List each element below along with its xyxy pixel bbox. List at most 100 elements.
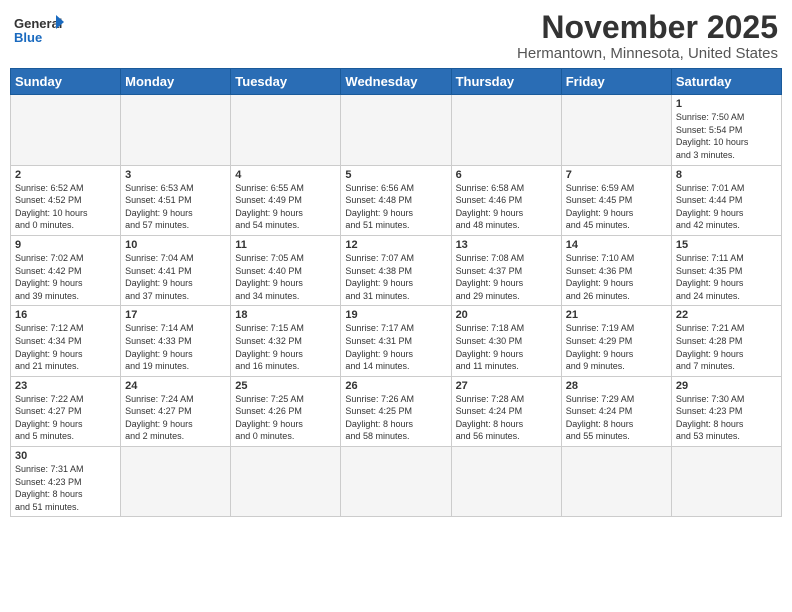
calendar-week-row: 16Sunrise: 7:12 AM Sunset: 4:34 PM Dayli…	[11, 306, 782, 376]
calendar-day-cell: 8Sunrise: 7:01 AM Sunset: 4:44 PM Daylig…	[671, 165, 781, 235]
calendar-day-cell: 2Sunrise: 6:52 AM Sunset: 4:52 PM Daylig…	[11, 165, 121, 235]
calendar-day-cell: 12Sunrise: 7:07 AM Sunset: 4:38 PM Dayli…	[341, 235, 451, 305]
calendar-day-header: Sunday	[11, 69, 121, 95]
calendar-day-cell	[561, 447, 671, 517]
calendar-header-row: SundayMondayTuesdayWednesdayThursdayFrid…	[11, 69, 782, 95]
calendar-table: SundayMondayTuesdayWednesdayThursdayFrid…	[10, 68, 782, 517]
calendar-day-cell	[231, 447, 341, 517]
day-number: 21	[566, 309, 667, 321]
day-info: Sunrise: 7:31 AM Sunset: 4:23 PM Dayligh…	[15, 463, 116, 513]
day-info: Sunrise: 7:21 AM Sunset: 4:28 PM Dayligh…	[676, 322, 777, 372]
calendar-day-cell: 24Sunrise: 7:24 AM Sunset: 4:27 PM Dayli…	[121, 376, 231, 446]
calendar-day-cell: 6Sunrise: 6:58 AM Sunset: 4:46 PM Daylig…	[451, 165, 561, 235]
day-info: Sunrise: 7:08 AM Sunset: 4:37 PM Dayligh…	[456, 252, 557, 302]
calendar-day-cell	[11, 95, 121, 165]
calendar-day-cell	[561, 95, 671, 165]
logo-icon: General Blue	[14, 10, 64, 50]
day-info: Sunrise: 7:29 AM Sunset: 4:24 PM Dayligh…	[566, 393, 667, 443]
day-number: 6	[456, 169, 557, 181]
calendar-day-cell	[121, 95, 231, 165]
day-info: Sunrise: 6:56 AM Sunset: 4:48 PM Dayligh…	[345, 182, 446, 232]
calendar-day-cell	[341, 447, 451, 517]
day-number: 28	[566, 380, 667, 392]
calendar-day-header: Thursday	[451, 69, 561, 95]
calendar-day-cell: 23Sunrise: 7:22 AM Sunset: 4:27 PM Dayli…	[11, 376, 121, 446]
calendar-day-cell: 27Sunrise: 7:28 AM Sunset: 4:24 PM Dayli…	[451, 376, 561, 446]
day-number: 16	[15, 309, 116, 321]
calendar-day-cell: 26Sunrise: 7:26 AM Sunset: 4:25 PM Dayli…	[341, 376, 451, 446]
day-info: Sunrise: 7:07 AM Sunset: 4:38 PM Dayligh…	[345, 252, 446, 302]
calendar-day-header: Monday	[121, 69, 231, 95]
day-number: 27	[456, 380, 557, 392]
calendar-day-cell: 3Sunrise: 6:53 AM Sunset: 4:51 PM Daylig…	[121, 165, 231, 235]
calendar-day-cell	[121, 447, 231, 517]
calendar-day-cell: 18Sunrise: 7:15 AM Sunset: 4:32 PM Dayli…	[231, 306, 341, 376]
day-info: Sunrise: 7:26 AM Sunset: 4:25 PM Dayligh…	[345, 393, 446, 443]
day-number: 10	[125, 239, 226, 251]
day-info: Sunrise: 7:17 AM Sunset: 4:31 PM Dayligh…	[345, 322, 446, 372]
day-number: 12	[345, 239, 446, 251]
calendar-day-cell: 10Sunrise: 7:04 AM Sunset: 4:41 PM Dayli…	[121, 235, 231, 305]
day-number: 5	[345, 169, 446, 181]
svg-text:General: General	[14, 16, 62, 31]
logo: General Blue	[14, 10, 64, 50]
calendar-day-header: Friday	[561, 69, 671, 95]
calendar-day-cell: 22Sunrise: 7:21 AM Sunset: 4:28 PM Dayli…	[671, 306, 781, 376]
day-info: Sunrise: 7:18 AM Sunset: 4:30 PM Dayligh…	[456, 322, 557, 372]
day-info: Sunrise: 7:30 AM Sunset: 4:23 PM Dayligh…	[676, 393, 777, 443]
day-info: Sunrise: 7:15 AM Sunset: 4:32 PM Dayligh…	[235, 322, 336, 372]
calendar-day-cell: 20Sunrise: 7:18 AM Sunset: 4:30 PM Dayli…	[451, 306, 561, 376]
calendar-day-cell	[231, 95, 341, 165]
calendar-week-row: 1Sunrise: 7:50 AM Sunset: 5:54 PM Daylig…	[11, 95, 782, 165]
day-info: Sunrise: 7:22 AM Sunset: 4:27 PM Dayligh…	[15, 393, 116, 443]
calendar-day-cell: 5Sunrise: 6:56 AM Sunset: 4:48 PM Daylig…	[341, 165, 451, 235]
day-info: Sunrise: 7:14 AM Sunset: 4:33 PM Dayligh…	[125, 322, 226, 372]
day-number: 20	[456, 309, 557, 321]
day-number: 24	[125, 380, 226, 392]
calendar-day-header: Saturday	[671, 69, 781, 95]
calendar-day-header: Tuesday	[231, 69, 341, 95]
day-info: Sunrise: 7:01 AM Sunset: 4:44 PM Dayligh…	[676, 182, 777, 232]
page-header: General Blue November 2025 Hermantown, M…	[10, 10, 782, 62]
calendar-day-cell	[451, 447, 561, 517]
location-title: Hermantown, Minnesota, United States	[517, 45, 778, 62]
day-info: Sunrise: 7:12 AM Sunset: 4:34 PM Dayligh…	[15, 322, 116, 372]
day-info: Sunrise: 6:59 AM Sunset: 4:45 PM Dayligh…	[566, 182, 667, 232]
day-info: Sunrise: 7:25 AM Sunset: 4:26 PM Dayligh…	[235, 393, 336, 443]
day-number: 7	[566, 169, 667, 181]
calendar-day-cell: 1Sunrise: 7:50 AM Sunset: 5:54 PM Daylig…	[671, 95, 781, 165]
calendar-day-cell: 11Sunrise: 7:05 AM Sunset: 4:40 PM Dayli…	[231, 235, 341, 305]
day-number: 25	[235, 380, 336, 392]
day-info: Sunrise: 7:02 AM Sunset: 4:42 PM Dayligh…	[15, 252, 116, 302]
calendar-day-cell	[341, 95, 451, 165]
calendar-day-cell: 7Sunrise: 6:59 AM Sunset: 4:45 PM Daylig…	[561, 165, 671, 235]
title-block: November 2025 Hermantown, Minnesota, Uni…	[517, 10, 778, 62]
day-info: Sunrise: 7:24 AM Sunset: 4:27 PM Dayligh…	[125, 393, 226, 443]
day-number: 30	[15, 450, 116, 462]
day-number: 23	[15, 380, 116, 392]
calendar-day-cell: 30Sunrise: 7:31 AM Sunset: 4:23 PM Dayli…	[11, 447, 121, 517]
day-number: 8	[676, 169, 777, 181]
calendar-day-cell: 4Sunrise: 6:55 AM Sunset: 4:49 PM Daylig…	[231, 165, 341, 235]
day-number: 17	[125, 309, 226, 321]
calendar-day-cell: 14Sunrise: 7:10 AM Sunset: 4:36 PM Dayli…	[561, 235, 671, 305]
day-number: 4	[235, 169, 336, 181]
day-number: 14	[566, 239, 667, 251]
day-number: 22	[676, 309, 777, 321]
day-number: 29	[676, 380, 777, 392]
day-info: Sunrise: 7:10 AM Sunset: 4:36 PM Dayligh…	[566, 252, 667, 302]
day-info: Sunrise: 7:11 AM Sunset: 4:35 PM Dayligh…	[676, 252, 777, 302]
day-info: Sunrise: 7:19 AM Sunset: 4:29 PM Dayligh…	[566, 322, 667, 372]
day-info: Sunrise: 6:55 AM Sunset: 4:49 PM Dayligh…	[235, 182, 336, 232]
calendar-day-header: Wednesday	[341, 69, 451, 95]
day-info: Sunrise: 7:50 AM Sunset: 5:54 PM Dayligh…	[676, 111, 777, 161]
day-number: 26	[345, 380, 446, 392]
calendar-day-cell: 28Sunrise: 7:29 AM Sunset: 4:24 PM Dayli…	[561, 376, 671, 446]
day-info: Sunrise: 7:05 AM Sunset: 4:40 PM Dayligh…	[235, 252, 336, 302]
day-number: 18	[235, 309, 336, 321]
day-info: Sunrise: 6:52 AM Sunset: 4:52 PM Dayligh…	[15, 182, 116, 232]
day-number: 13	[456, 239, 557, 251]
day-number: 9	[15, 239, 116, 251]
calendar-day-cell: 16Sunrise: 7:12 AM Sunset: 4:34 PM Dayli…	[11, 306, 121, 376]
calendar-week-row: 23Sunrise: 7:22 AM Sunset: 4:27 PM Dayli…	[11, 376, 782, 446]
